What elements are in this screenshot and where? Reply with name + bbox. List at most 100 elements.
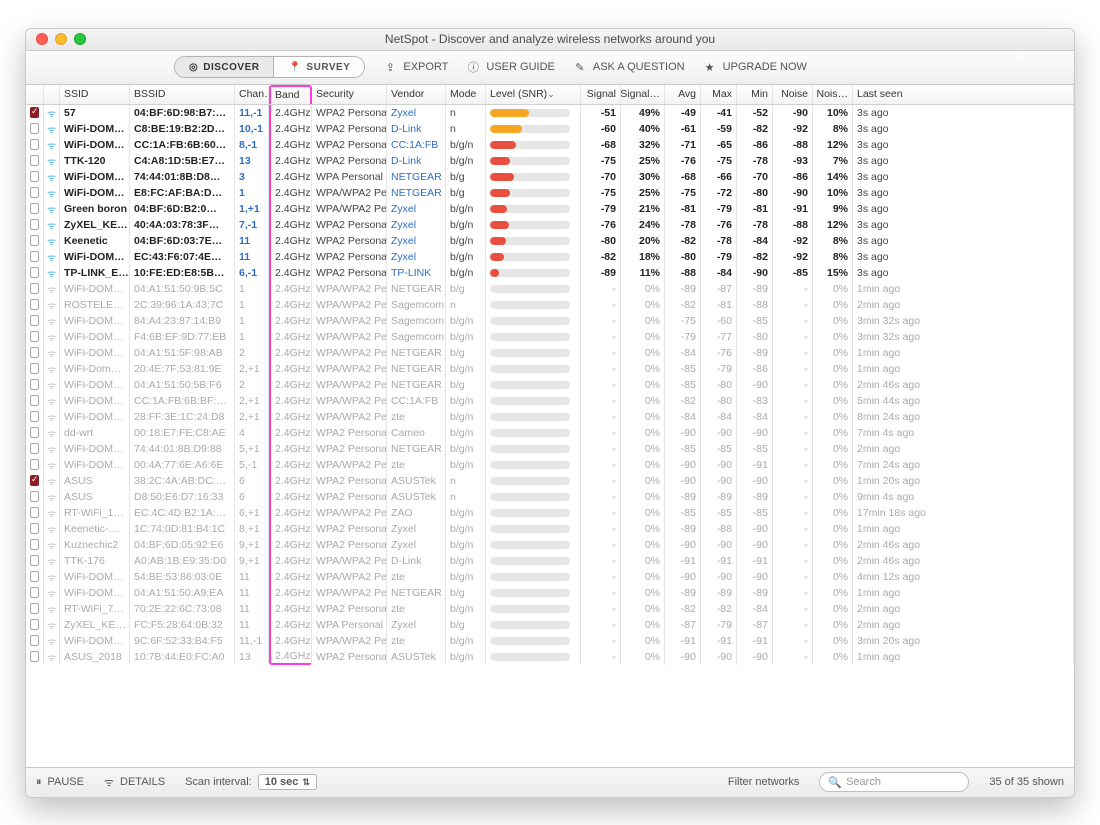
table-row[interactable]: ᯤWiFi-DOM…9C:6F:52:33:B4:F511,-12.4GHzWP… <box>26 633 1074 649</box>
row-checkbox[interactable] <box>30 219 39 230</box>
row-checkbox[interactable] <box>30 235 39 246</box>
row-checkbox[interactable] <box>30 555 39 566</box>
col-min[interactable]: Min <box>737 85 773 104</box>
row-checkbox[interactable] <box>30 283 39 294</box>
col-vendor[interactable]: Vendor <box>387 85 446 104</box>
table-row[interactable]: ᯤTTK-120C4:A8:1D:5B:E7…132.4GHzWPA2 Pers… <box>26 153 1074 169</box>
table-row[interactable]: ᯤASUS38:2C:4A:AB:DC:…62.4GHzWPA2 Persona… <box>26 473 1074 489</box>
col-ssid[interactable]: SSID <box>60 85 130 104</box>
cell-avg: -81 <box>665 201 701 217</box>
col-level[interactable]: Level (SNR) <box>486 85 581 104</box>
row-checkbox[interactable] <box>30 267 39 278</box>
row-checkbox[interactable] <box>30 331 39 342</box>
table-row[interactable]: ᯤRT-WiFi_7…70:2E:22:6C:73:08112.4GHzWPA2… <box>26 601 1074 617</box>
table-row[interactable]: ᯤWiFi-DOM…84:A4:23:87:14:B912.4GHzWPA/WP… <box>26 313 1074 329</box>
userguide-button[interactable]: ⓘ USER GUIDE <box>466 60 554 74</box>
col-band[interactable]: Band <box>269 85 312 104</box>
table-row[interactable]: ᯤWiFi-DOM…74:44:01:8B:D8…32.4GHzWPA Pers… <box>26 169 1074 185</box>
table-row[interactable]: ᯤWiFi-Dom…20:4E:7F:53:81:9E2,+12.4GHzWPA… <box>26 361 1074 377</box>
col-security[interactable]: Security <box>312 85 387 104</box>
table-row[interactable]: ᯤKeenetic-…1C:74:0D:81:B4:1C8,+12.4GHzWP… <box>26 521 1074 537</box>
row-checkbox[interactable] <box>30 187 39 198</box>
export-button[interactable]: ⇪ EXPORT <box>383 60 448 74</box>
table-row[interactable]: ᯤROSTELE…2C:39:96:1A:43:7C12.4GHzWPA/WPA… <box>26 297 1074 313</box>
table-row[interactable]: ᯤASUS_201810:7B:44:E0:FC:A0132.4GHzWPA2 … <box>26 649 1074 665</box>
table-row[interactable]: ᯤGreen boron04:BF:6D:B2:0…1,+12.4GHzWPA/… <box>26 201 1074 217</box>
survey-tab[interactable]: 📍 SURVEY <box>273 57 364 77</box>
row-checkbox[interactable] <box>30 603 39 614</box>
discover-tab[interactable]: ◎ DISCOVER <box>175 57 273 77</box>
table-row[interactable]: ᯤ5704:BF:6D:98:B7:…11,-12.4GHzWPA2 Perso… <box>26 105 1074 121</box>
table-row[interactable]: ᯤWiFi-DOM…00:4A:77:6E:A6:6E5,-12.4GHzWPA… <box>26 457 1074 473</box>
table-row[interactable]: ᯤKeenetic04:BF:6D:03:7E…112.4GHzWPA2 Per… <box>26 233 1074 249</box>
col-wifi-icon[interactable] <box>44 85 60 104</box>
row-checkbox[interactable] <box>30 443 39 454</box>
table-row[interactable]: ᯤWiFi-DOM…04:A1:51:5F:98:AB22.4GHzWPA/WP… <box>26 345 1074 361</box>
row-checkbox[interactable] <box>30 379 39 390</box>
table-row[interactable]: ᯤKuznechic204:BF:6D:05:92:E69,+12.4GHzWP… <box>26 537 1074 553</box>
row-checkbox[interactable] <box>30 491 39 502</box>
row-checkbox[interactable] <box>30 571 39 582</box>
row-checkbox[interactable] <box>30 251 39 262</box>
table-row[interactable]: ᯤWiFi-DOM…F4:6B:EF:9D:77:EB12.4GHzWPA/WP… <box>26 329 1074 345</box>
row-checkbox[interactable] <box>30 363 39 374</box>
col-noise-pct[interactable]: Nois… <box>813 85 853 104</box>
table-row[interactable]: ᯤWiFi-DOM…C8:BE:19:B2:2D…10,-12.4GHzWPA2… <box>26 121 1074 137</box>
row-checkbox[interactable] <box>30 539 39 550</box>
table-row[interactable]: ᯤdd-wrt00:18:E7:FE:C8:AE42.4GHzWPA2 Pers… <box>26 425 1074 441</box>
scan-interval-select[interactable]: 10 sec ⇅ <box>258 774 317 790</box>
row-checkbox[interactable] <box>30 587 39 598</box>
upgrade-button[interactable]: ★ UPGRADE NOW <box>703 60 807 74</box>
table-row[interactable]: ᯤWiFi-DOM…EC:43:F6:07:4E…112.4GHzWPA2 Pe… <box>26 249 1074 265</box>
row-checkbox[interactable] <box>30 347 39 358</box>
table-row[interactable]: ᯤWiFi-DOM…04:A1:51:50:9B:5C12.4GHzWPA/WP… <box>26 281 1074 297</box>
col-checkbox[interactable] <box>26 85 44 104</box>
row-checkbox[interactable] <box>30 171 39 182</box>
cell-noise-pct: 8% <box>813 249 853 265</box>
col-max[interactable]: Max <box>701 85 737 104</box>
table-row[interactable]: ᯤASUSD8:50:E6:D7:16:3362.4GHzWPA2 Person… <box>26 489 1074 505</box>
row-checkbox[interactable] <box>30 459 39 470</box>
col-bssid[interactable]: BSSID <box>130 85 235 104</box>
row-checkbox[interactable] <box>30 619 39 630</box>
ask-button[interactable]: ✎ ASK A QUESTION <box>573 60 685 74</box>
table-row[interactable]: ᯤZyXEL_KE…40:4A:03:78:3F…7,-12.4GHzWPA2 … <box>26 217 1074 233</box>
table-row[interactable]: ᯤWiFi-DOM…E8:FC:AF:BA:D…12.4GHzWPA/WPA2 … <box>26 185 1074 201</box>
col-signal-pct[interactable]: Signal… <box>621 85 665 104</box>
table-row[interactable]: ᯤWiFi-DOM…04:A1:51:50:5B:F622.4GHzWPA/WP… <box>26 377 1074 393</box>
table-row[interactable]: ᯤWiFi-DOM…74:44:01:8B:D9:885,+12.4GHzWPA… <box>26 441 1074 457</box>
row-checkbox[interactable] <box>30 155 39 166</box>
row-checkbox[interactable] <box>30 395 39 406</box>
col-mode[interactable]: Mode <box>446 85 486 104</box>
pause-button[interactable]: ⏸ PAUSE <box>36 776 84 789</box>
table-row[interactable]: ᯤTP-LINK_E…10:FE:ED:E8:5B…6,-12.4GHzWPA2… <box>26 265 1074 281</box>
search-input[interactable]: 🔍 Search <box>819 772 969 792</box>
row-checkbox[interactable] <box>30 523 39 534</box>
col-channel[interactable]: Chan… <box>235 85 269 104</box>
table-row[interactable]: ᯤZyXEL_KE…FC:F5:28:64:0B:32112.4GHzWPA P… <box>26 617 1074 633</box>
row-checkbox[interactable] <box>30 507 39 518</box>
row-checkbox[interactable] <box>30 139 39 150</box>
table-row[interactable]: ᯤWiFi-DOM…04:A1:51:50:A9:EA112.4GHzWPA/W… <box>26 585 1074 601</box>
col-last-seen[interactable]: Last seen <box>853 85 1074 104</box>
row-checkbox[interactable] <box>30 475 39 486</box>
row-checkbox[interactable] <box>30 107 39 118</box>
row-checkbox[interactable] <box>30 123 39 134</box>
table-row[interactable]: ᯤTTK-176A0:AB:1B:E9:35:D09,+12.4GHzWPA/W… <box>26 553 1074 569</box>
row-checkbox[interactable] <box>30 427 39 438</box>
table-row[interactable]: ᯤWiFi-DOM…28:FF:3E:1C:24:D82,+12.4GHzWPA… <box>26 409 1074 425</box>
row-checkbox[interactable] <box>30 299 39 310</box>
row-checkbox[interactable] <box>30 411 39 422</box>
row-checkbox[interactable] <box>30 203 39 214</box>
table-row[interactable]: ᯤWiFi-DOM…CC:1A:FB:6B:60…8,-12.4GHzWPA2 … <box>26 137 1074 153</box>
row-checkbox[interactable] <box>30 635 39 646</box>
table-row[interactable]: ᯤWiFi-DOM…CC:1A:FB:6B:BF:…2,+12.4GHzWPA/… <box>26 393 1074 409</box>
details-button[interactable]: ᯤ DETAILS <box>104 775 165 790</box>
table-row[interactable]: ᯤRT-WiFi_1…EC:4C:4D:B2:1A:…6,+12.4GHzWPA… <box>26 505 1074 521</box>
col-avg[interactable]: Avg <box>665 85 701 104</box>
row-checkbox[interactable] <box>30 315 39 326</box>
row-checkbox[interactable] <box>30 651 39 662</box>
table-row[interactable]: ᯤWiFi-DOM…54:BE:53:86:03:0E112.4GHzWPA/W… <box>26 569 1074 585</box>
col-noise[interactable]: Noise <box>773 85 813 104</box>
col-signal[interactable]: Signal <box>581 85 621 104</box>
